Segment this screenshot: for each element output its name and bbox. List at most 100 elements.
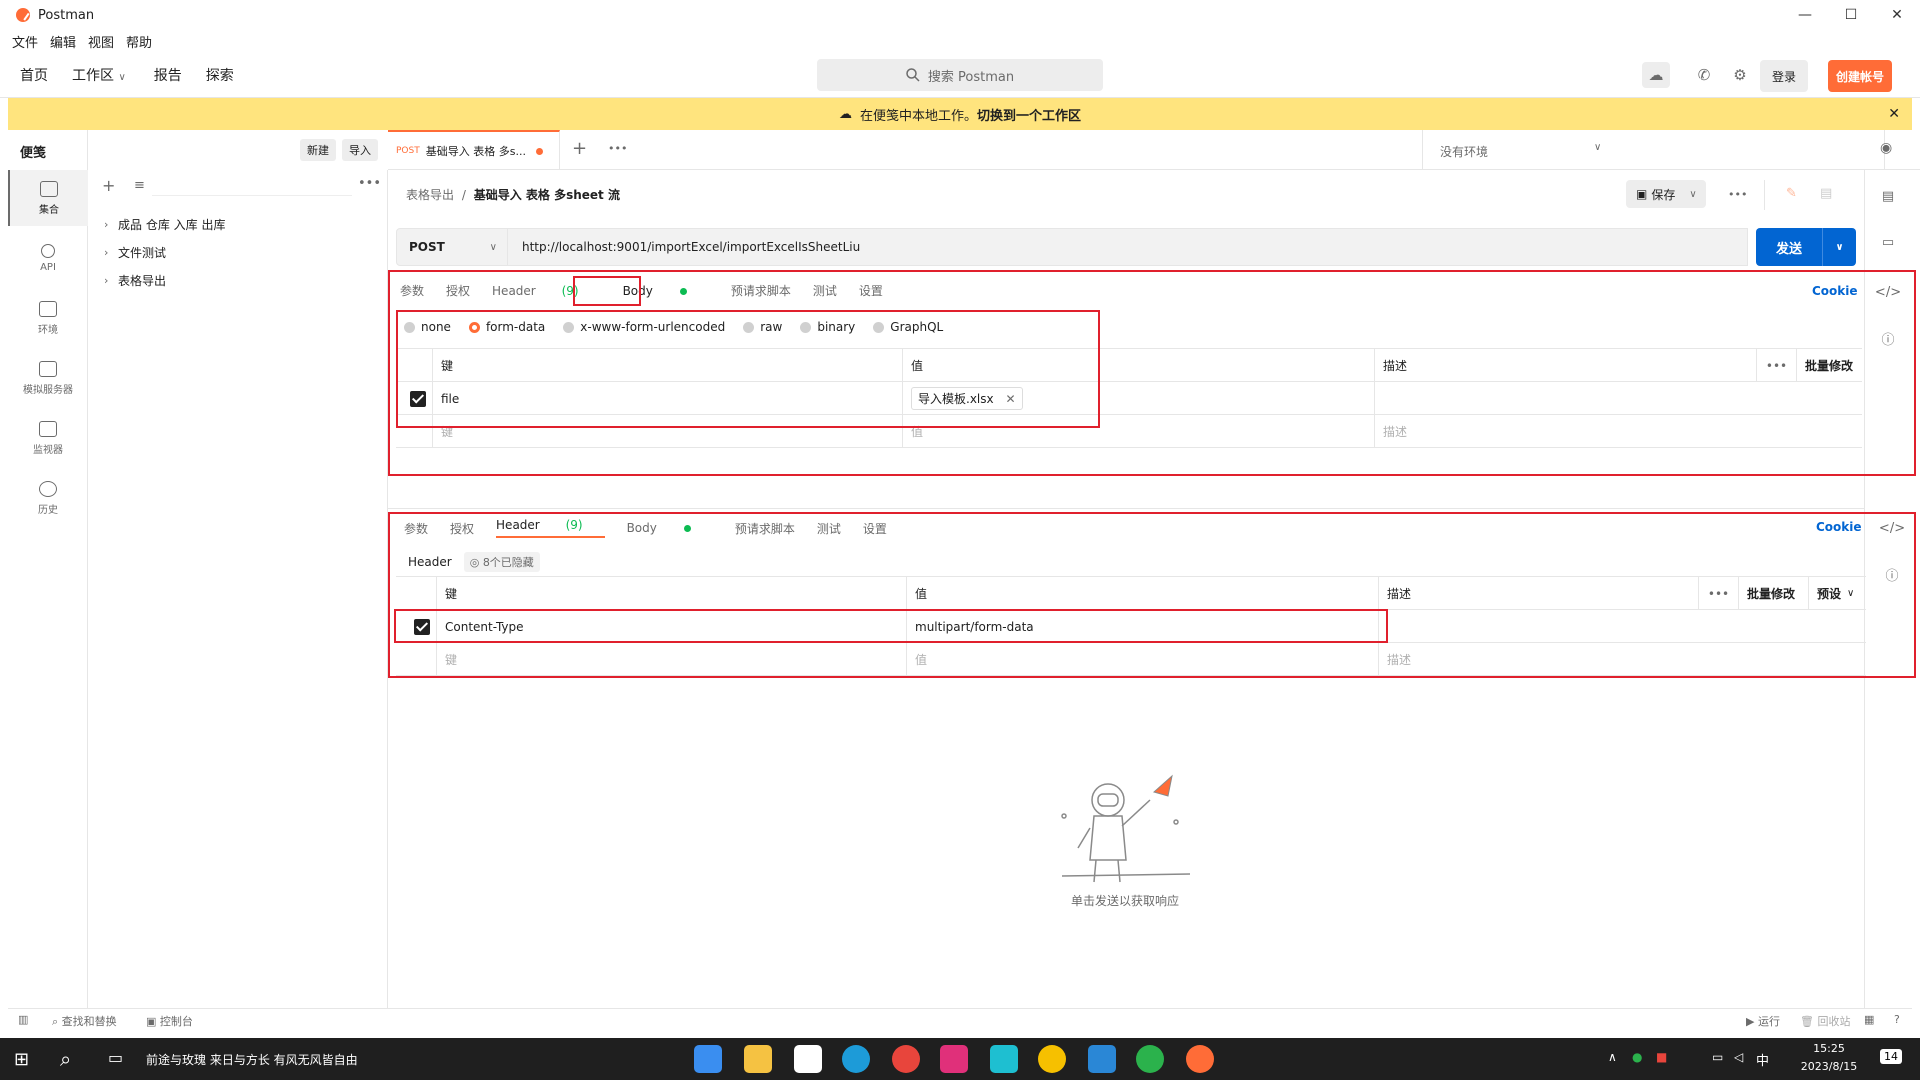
rail-api[interactable]: API	[8, 230, 88, 286]
response-hint: 单击发送以获取响应	[1070, 894, 1179, 908]
rail-environments[interactable]: 环境	[8, 290, 88, 346]
cloud-offline-icon[interactable]: ☁	[1642, 62, 1670, 88]
rail-monitors[interactable]: 监视器	[8, 410, 88, 466]
nav-workspaces[interactable]: 工作区 ∨	[72, 65, 126, 85]
method-select[interactable]: POST ∨	[396, 228, 508, 266]
sidebar-toggle-icon[interactable]: ▥	[18, 1013, 28, 1026]
request-tab[interactable]: POST 基础导入 表格 多s...	[388, 130, 560, 170]
rail-collections[interactable]: 集合	[8, 170, 88, 226]
chevron-down-icon[interactable]: ∨	[1822, 228, 1856, 266]
store-app-icon[interactable]	[694, 1045, 722, 1073]
settings-gear-icon[interactable]: ⚙	[1728, 64, 1752, 86]
wechat-app-icon[interactable]	[1136, 1045, 1164, 1073]
documentation-icon[interactable]: ▤	[1878, 186, 1898, 206]
comments-icon[interactable]: ▭	[1878, 232, 1898, 252]
clock-time[interactable]: 15:25	[1794, 1042, 1864, 1055]
search-icon: ⌕	[52, 1015, 59, 1028]
menu-view[interactable]: 视图	[88, 32, 114, 51]
filter-icon[interactable]: ≡	[134, 178, 145, 193]
send-button[interactable]: 发送 ∨	[1756, 228, 1856, 266]
task-view-icon[interactable]: ▭	[108, 1048, 123, 1067]
nav-reports[interactable]: 报告	[154, 65, 182, 85]
help-icon[interactable]: ?	[1894, 1013, 1900, 1026]
switch-workspace-link[interactable]: 切换到一个工作区	[977, 105, 1081, 124]
chevron-down-icon[interactable]: ∨	[1594, 142, 1601, 153]
collection-item[interactable]: › 表格导出	[104, 272, 166, 289]
annotation-box	[388, 512, 1916, 678]
banner-close-icon[interactable]: ✕	[1888, 106, 1900, 122]
breadcrumb-parent[interactable]: 表格导出	[406, 188, 454, 202]
close-button[interactable]: ✕	[1874, 0, 1920, 30]
comment-icon[interactable]: ▤	[1820, 186, 1832, 201]
ime-indicator[interactable]: 中	[1756, 1050, 1769, 1069]
vscode-app-icon[interactable]	[1088, 1045, 1116, 1073]
annotation-box	[396, 310, 1100, 428]
console-button[interactable]: ▣ 控制台	[146, 1013, 193, 1029]
chrome-app-icon[interactable]	[892, 1045, 920, 1073]
tab-options-icon[interactable]: •••	[608, 142, 627, 155]
rail-label: 历史	[38, 504, 58, 516]
tray-chevron-icon[interactable]: ∧	[1608, 1050, 1617, 1064]
signin-button[interactable]: 登录	[1760, 60, 1808, 92]
webstorm-app-icon[interactable]	[990, 1045, 1018, 1073]
notification-badge[interactable]: 14	[1880, 1049, 1902, 1064]
explorer-app-icon[interactable]	[744, 1045, 772, 1073]
more-options-icon[interactable]: •••	[358, 176, 381, 191]
volume-icon[interactable]: ◁	[1734, 1050, 1743, 1064]
trash-button[interactable]: 🗑 回收站	[1800, 1013, 1850, 1029]
trash-icon: 🗑	[1800, 1015, 1814, 1028]
collection-item[interactable]: › 成品 仓库 入库 出库	[104, 216, 225, 233]
nav-home[interactable]: 首页	[20, 65, 48, 85]
collection-item[interactable]: › 文件测试	[104, 244, 166, 261]
import-button[interactable]: 导入	[342, 139, 378, 161]
runner-icon: ▶	[1746, 1015, 1755, 1028]
network-icon[interactable]: ▭	[1712, 1050, 1723, 1064]
tray-wechat-icon[interactable]: ●	[1632, 1050, 1642, 1064]
url-input[interactable]: http://localhost:9001/importExcel/import…	[508, 228, 1748, 266]
app-header: 首页 工作区 ∨ 报告 探索 搜索 Postman ☁ ✆ ⚙ 登录 创建帐号	[0, 52, 1920, 98]
banner-text: 在便笺中本地工作。	[859, 108, 977, 124]
now-playing: 前途与玫瑰 来日与方长 有风无风皆自由	[146, 1053, 358, 1067]
edge-app-icon[interactable]	[842, 1045, 870, 1073]
typora-app-icon[interactable]	[794, 1045, 822, 1073]
menu-edit[interactable]: 编辑	[50, 32, 76, 51]
chevron-right-icon: ›	[104, 246, 109, 259]
clock-date[interactable]: 2023/8/15	[1794, 1060, 1864, 1073]
postman-app-icon[interactable]	[1186, 1045, 1214, 1073]
console-icon: ▣	[146, 1015, 157, 1028]
scratchpad-banner: ☁ 在便笺中本地工作。 切换到一个工作区 ✕	[8, 98, 1912, 130]
environment-select[interactable]: 没有环境	[1440, 143, 1488, 160]
eye-icon[interactable]: ◉	[1880, 140, 1892, 156]
rail-label: 环境	[38, 324, 58, 336]
find-replace[interactable]: ⌕ 查找和替换	[52, 1013, 117, 1029]
astronaut-illustration	[1050, 770, 1200, 890]
layout-icon[interactable]: ▦	[1864, 1013, 1874, 1026]
maximize-button[interactable]: ☐	[1828, 0, 1874, 30]
nav-explore[interactable]: 探索	[206, 65, 234, 85]
satellite-icon[interactable]: ✆	[1692, 64, 1716, 86]
create-account-button[interactable]: 创建帐号	[1828, 60, 1892, 92]
search-input[interactable]: 搜索 Postman	[817, 59, 1103, 91]
new-tab-icon[interactable]: +	[572, 138, 587, 159]
rail-mock-servers[interactable]: 模拟服务器	[8, 350, 88, 406]
menu-file[interactable]: 文件	[12, 32, 38, 51]
tab-title: 基础导入 表格 多s...	[425, 145, 526, 158]
tray-app-icon[interactable]: ■	[1656, 1050, 1667, 1064]
intellij-app-icon[interactable]	[940, 1045, 968, 1073]
new-button[interactable]: 新建	[300, 139, 336, 161]
save-button[interactable]: ▣ 保存 ∨	[1626, 180, 1706, 208]
add-icon[interactable]: +	[102, 176, 115, 195]
windows-start-icon[interactable]: ⊞	[14, 1049, 29, 1070]
edit-pencil-icon[interactable]: ✎	[1786, 186, 1797, 201]
rail-history[interactable]: 历史	[8, 470, 88, 526]
navicat-app-icon[interactable]	[1038, 1045, 1066, 1073]
more-actions-icon[interactable]: •••	[1728, 188, 1747, 201]
runner-button[interactable]: ▶ 运行	[1746, 1013, 1780, 1029]
console-label: 控制台	[159, 1015, 193, 1028]
search-icon	[906, 68, 920, 82]
search-icon[interactable]: ⌕	[60, 1047, 71, 1071]
menu-help[interactable]: 帮助	[126, 32, 152, 51]
collection-search-input[interactable]	[152, 176, 352, 196]
environment-icon	[39, 300, 57, 317]
minimize-button[interactable]: —	[1782, 0, 1828, 30]
